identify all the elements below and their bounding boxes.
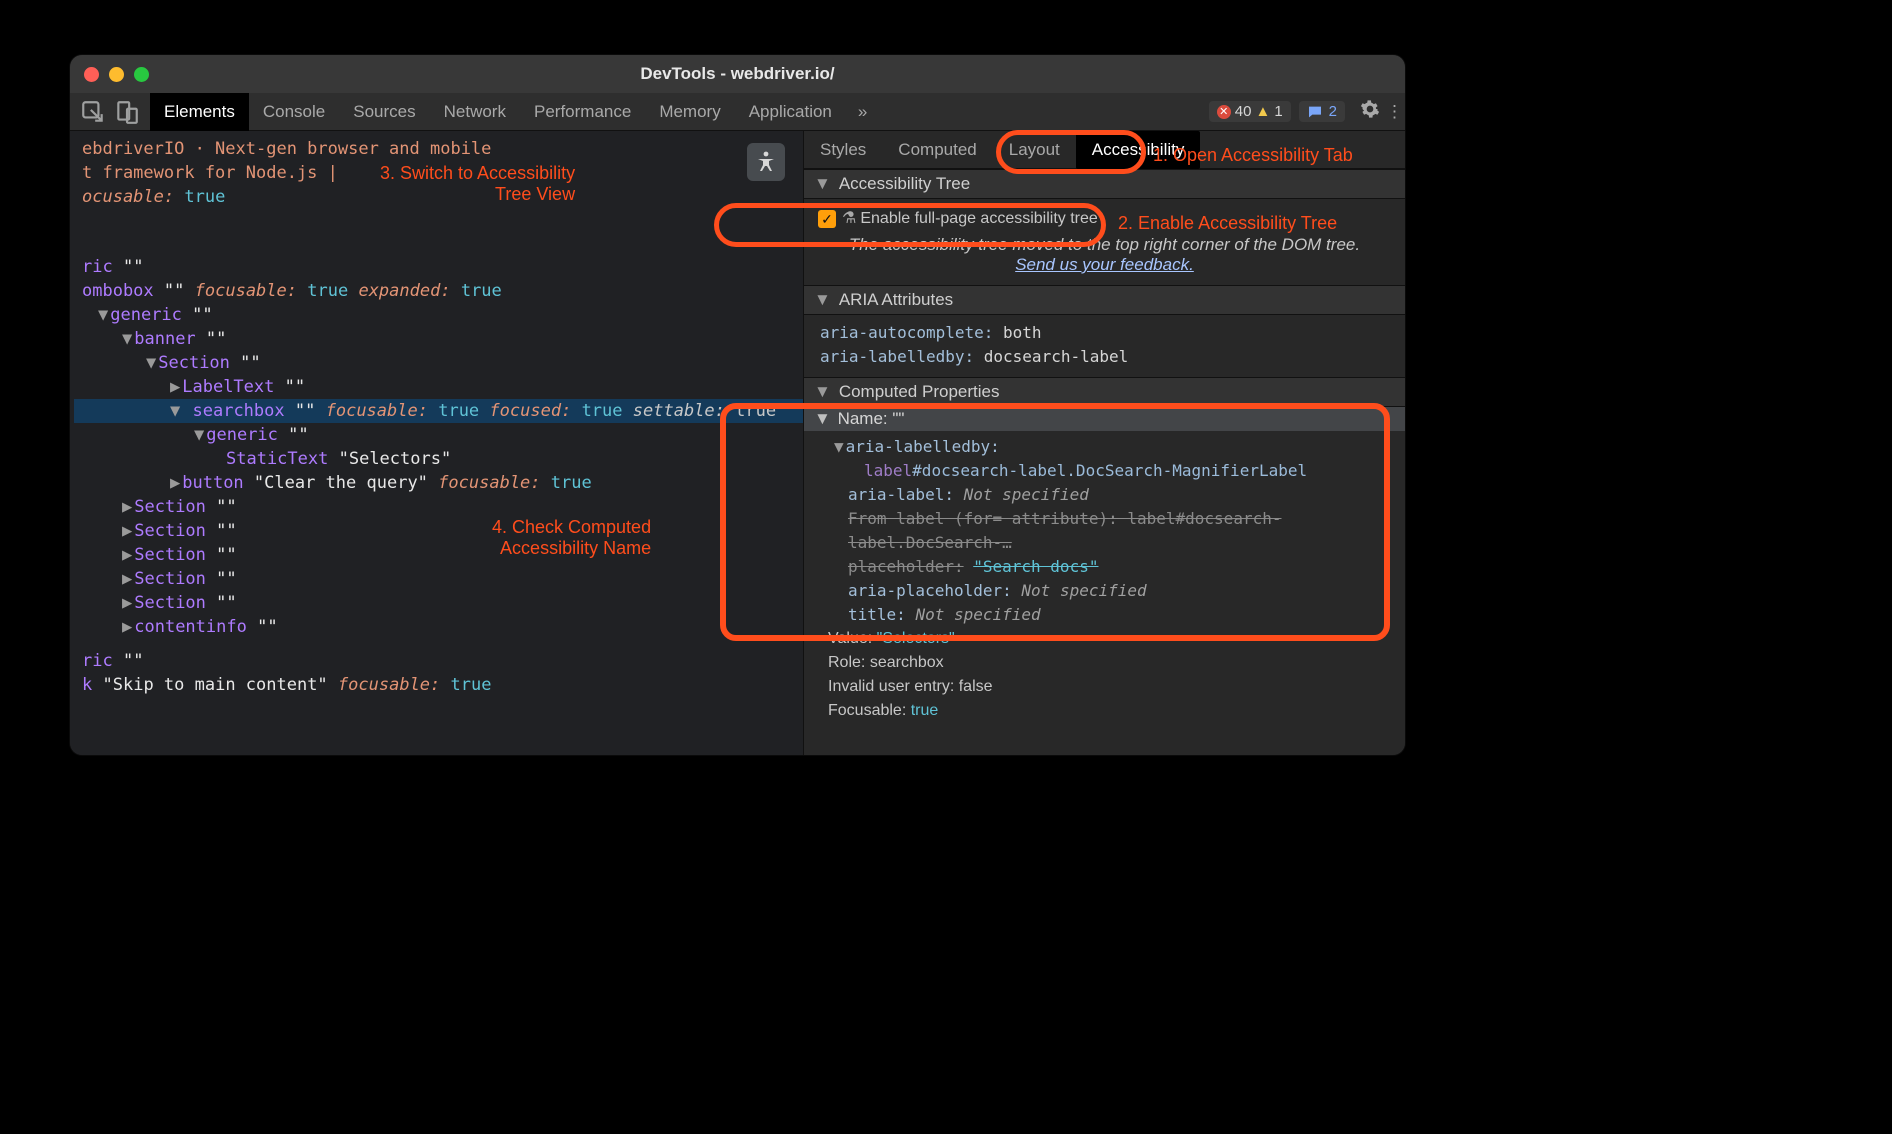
tree-node[interactable]: button bbox=[182, 473, 243, 493]
dom-tree-pane[interactable]: ebdriverIO · Next-gen browser and mobile… bbox=[70, 131, 803, 755]
devtools-window: DevTools - webdriver.io/ Elements Consol… bbox=[70, 55, 1405, 755]
tree-node[interactable]: generic bbox=[110, 305, 182, 325]
tab-application[interactable]: Application bbox=[735, 93, 846, 131]
rtab-styles[interactable]: Styles bbox=[804, 131, 882, 169]
accessibility-tree-toggle[interactable] bbox=[747, 143, 785, 181]
tree-node[interactable]: LabelText bbox=[182, 377, 274, 397]
error-count: 40 bbox=[1235, 103, 1252, 120]
warning-count: 1 bbox=[1274, 103, 1282, 120]
rtab-computed[interactable]: Computed bbox=[882, 131, 992, 169]
tab-sources[interactable]: Sources bbox=[339, 93, 429, 131]
tab-performance[interactable]: Performance bbox=[520, 93, 645, 131]
tree-node[interactable]: Section bbox=[134, 569, 206, 589]
tree-node[interactable]: banner bbox=[134, 329, 195, 349]
tree-node[interactable]: ric bbox=[82, 651, 113, 671]
tabs-overflow-icon[interactable]: » bbox=[846, 102, 879, 122]
tree-node[interactable]: ombobox bbox=[82, 281, 154, 301]
enable-a11y-tree-label: Enable full-page accessibility tree bbox=[860, 207, 1097, 231]
dom-key: ocusable: bbox=[82, 187, 174, 207]
a11y-tree-note: The accessibility tree moved to the top … bbox=[804, 231, 1405, 285]
tab-elements[interactable]: Elements bbox=[150, 93, 249, 131]
rtab-layout[interactable]: Layout bbox=[993, 131, 1076, 169]
dom-text: ebdriverIO · Next-gen browser and mobile bbox=[82, 139, 491, 159]
tree-node[interactable]: generic bbox=[206, 425, 278, 445]
messages-count: 2 bbox=[1329, 103, 1337, 120]
tree-node-searchbox[interactable]: searchbox bbox=[193, 401, 285, 421]
checkbox-checked-icon: ✓ bbox=[818, 210, 836, 228]
status-counters[interactable]: ✕ 40 ▲ 1 bbox=[1209, 101, 1291, 122]
section-aria-attributes[interactable]: ▼ARIA Attributes bbox=[804, 285, 1405, 315]
inspect-icon[interactable] bbox=[80, 99, 106, 125]
more-menu-icon[interactable]: ⋮ bbox=[1385, 102, 1405, 122]
tree-node[interactable]: Section bbox=[134, 497, 206, 517]
dom-val: true bbox=[184, 187, 225, 207]
sidebar-tabstrip: Styles Computed Layout Accessibility bbox=[804, 131, 1405, 169]
computed-from-label: From label (for= attribute): label#docse… bbox=[820, 507, 1389, 555]
section-computed-properties[interactable]: ▼Computed Properties bbox=[804, 377, 1405, 407]
main-toolbar: Elements Console Sources Network Perform… bbox=[70, 93, 1405, 131]
tree-node[interactable]: ric bbox=[82, 257, 113, 277]
tree-node[interactable]: Section bbox=[134, 545, 206, 565]
section-accessibility-tree[interactable]: ▼Accessibility Tree bbox=[804, 169, 1405, 199]
tab-memory[interactable]: Memory bbox=[645, 93, 734, 131]
error-icon: ✕ bbox=[1217, 105, 1231, 119]
device-toggle-icon[interactable] bbox=[114, 99, 140, 125]
dom-text: t framework for Node.js | bbox=[82, 163, 338, 183]
tree-node[interactable]: Section bbox=[134, 593, 206, 613]
enable-a11y-tree-checkbox[interactable]: ✓ ⚗ Enable full-page accessibility tree bbox=[818, 207, 1391, 231]
tree-node[interactable]: Section bbox=[158, 353, 230, 373]
tab-console[interactable]: Console bbox=[249, 93, 339, 131]
tree-node[interactable]: Section bbox=[134, 521, 206, 541]
tree-node[interactable]: contentinfo bbox=[134, 617, 247, 637]
feedback-link[interactable]: Send us your feedback. bbox=[1015, 255, 1194, 274]
rtab-accessibility[interactable]: Accessibility bbox=[1076, 131, 1201, 169]
tab-network[interactable]: Network bbox=[430, 93, 520, 131]
tree-node[interactable]: StaticText bbox=[226, 449, 328, 469]
window-title: DevTools - webdriver.io/ bbox=[70, 64, 1405, 84]
flask-icon: ⚗ bbox=[842, 207, 856, 231]
sidebar-pane: Styles Computed Layout Accessibility ▼Ac… bbox=[803, 131, 1405, 755]
settings-gear-icon[interactable] bbox=[1355, 99, 1385, 124]
computed-name-row[interactable]: ▼ Name: "" bbox=[804, 407, 1405, 431]
titlebar: DevTools - webdriver.io/ bbox=[70, 55, 1405, 93]
warning-icon: ▲ bbox=[1255, 103, 1270, 120]
messages-button[interactable]: 2 bbox=[1299, 101, 1345, 122]
